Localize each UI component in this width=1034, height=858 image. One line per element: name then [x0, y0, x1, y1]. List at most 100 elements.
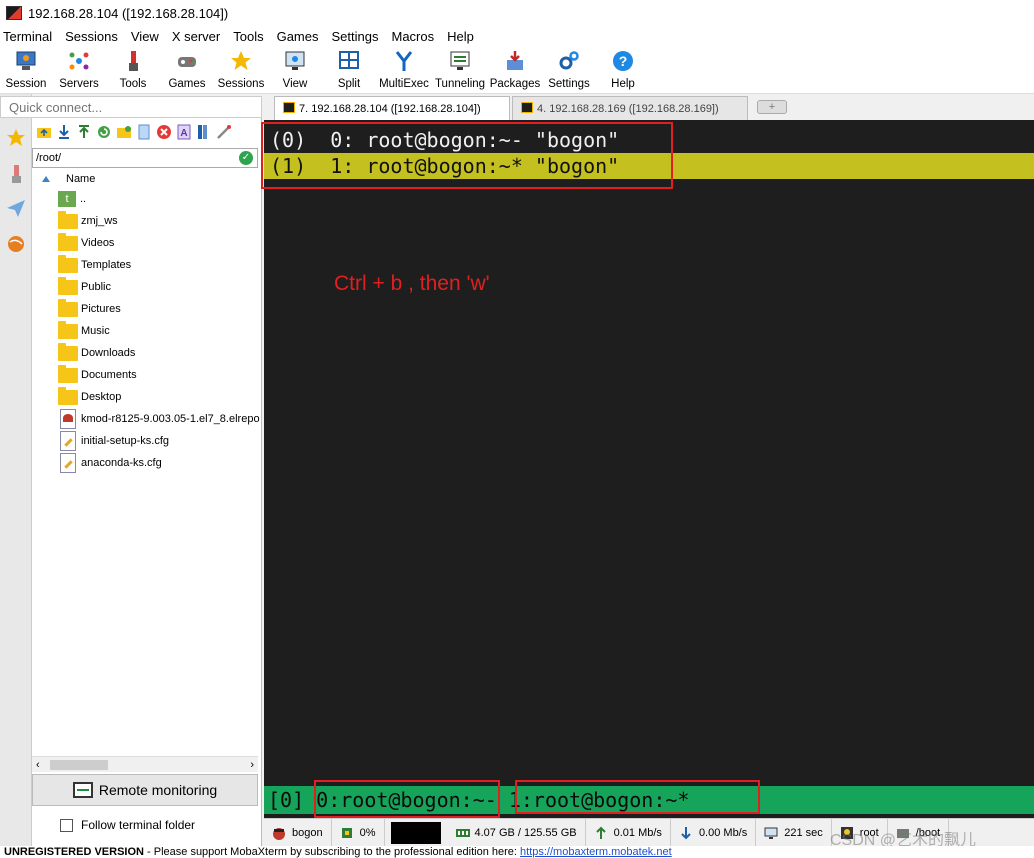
- folder-icon: [58, 320, 78, 339]
- tools-icon: [6, 164, 26, 187]
- list-item[interactable]: zmj_ws: [32, 210, 260, 232]
- edit-permissions-icon[interactable]: [216, 124, 232, 140]
- folder-icon: [58, 298, 78, 317]
- terminal-view[interactable]: (0) 0: root@bogon:~- "bogon" (1) 1: root…: [261, 120, 1034, 818]
- upload-icon[interactable]: [76, 124, 92, 140]
- cpu-icon: [340, 826, 354, 840]
- list-item[interactable]: Public: [32, 276, 260, 298]
- delete-icon[interactable]: [156, 124, 172, 140]
- tab-label: 4. 192.168.28.169 ([192.168.28.169]): [537, 103, 719, 115]
- list-item[interactable]: Pictures: [32, 298, 260, 320]
- sftp-tab[interactable]: [2, 230, 30, 260]
- refresh-icon[interactable]: [96, 124, 112, 140]
- parent-folder-icon[interactable]: [36, 124, 52, 140]
- new-folder-icon[interactable]: [116, 124, 132, 140]
- rename-icon[interactable]: A: [176, 124, 192, 140]
- menu-help[interactable]: Help: [444, 29, 480, 44]
- menu-view[interactable]: View: [128, 29, 165, 44]
- path-confirm-icon[interactable]: ✓: [239, 151, 253, 165]
- tab-session-4[interactable]: 4. 192.168.28.169 ([192.168.28.169]): [512, 96, 748, 120]
- uptime-monitor-icon: [764, 826, 778, 840]
- remote-monitoring-button[interactable]: Remote monitoring: [32, 774, 258, 806]
- multiexec-button[interactable]: MultiExec: [376, 46, 432, 94]
- status-upload: 0.01 Mb/s: [586, 819, 671, 846]
- list-item[interactable]: Videos: [32, 232, 260, 254]
- horizontal-scrollbar[interactable]: ‹ ›: [32, 756, 258, 772]
- file-name: ..: [80, 193, 87, 205]
- menu-games[interactable]: Games: [274, 29, 325, 44]
- scrollbar-thumb[interactable]: [50, 760, 108, 770]
- favorites-tab[interactable]: [2, 124, 30, 154]
- scroll-left-icon[interactable]: ‹: [36, 759, 40, 771]
- tunneling-button[interactable]: Tunneling: [432, 46, 488, 94]
- servers-icon: [67, 49, 91, 73]
- session-button[interactable]: Session: [0, 46, 52, 94]
- tools-button[interactable]: Tools: [106, 46, 160, 94]
- subscribe-link[interactable]: https://mobaxterm.mobatek.net: [520, 846, 672, 858]
- list-item[interactable]: Documents: [32, 364, 260, 386]
- tools-tab[interactable]: [2, 160, 30, 190]
- list-item[interactable]: Desktop: [32, 386, 260, 408]
- menu-terminal[interactable]: Terminal: [0, 29, 58, 44]
- plus-icon: +: [768, 101, 776, 113]
- new-file-icon[interactable]: [136, 124, 152, 140]
- download-icon[interactable]: [56, 124, 72, 140]
- file-name: Desktop: [81, 391, 122, 403]
- status-cpu-label: 0%: [359, 826, 376, 839]
- settings-label: Settings: [548, 78, 590, 90]
- sftp-panel: A /root/ ✓ Name t.. zmj_ws Videos Templa…: [32, 118, 262, 858]
- parent-directory-icon: t: [58, 191, 76, 207]
- highlight-box-window-1: [515, 780, 760, 814]
- status-memory: 4.07 GB / 125.55 GB: [447, 819, 586, 846]
- session-tab-bar: 7. 192.168.28.104 ([192.168.28.104]) 4. …: [264, 94, 1034, 120]
- list-item[interactable]: Music: [32, 320, 260, 342]
- help-button[interactable]: ? Help: [596, 46, 650, 94]
- tab-session-7[interactable]: 7. 192.168.28.104 ([192.168.28.104]): [274, 96, 510, 120]
- settings-button[interactable]: Settings: [542, 46, 596, 94]
- list-item[interactable]: t..: [32, 188, 260, 210]
- menu-x-server[interactable]: X server: [169, 29, 226, 44]
- menu-bar: Terminal Sessions View X server Tools Ga…: [0, 26, 1034, 46]
- follow-terminal-folder-checkbox[interactable]: [60, 818, 73, 832]
- status-uptime-label: 221 sec: [784, 826, 823, 839]
- macros-tab[interactable]: [2, 194, 30, 224]
- folder-icon: [58, 364, 78, 383]
- footer-separator: -: [143, 846, 154, 858]
- globe-icon: [6, 234, 26, 257]
- menu-macros[interactable]: Macros: [388, 29, 440, 44]
- list-item[interactable]: kmod-r8125-9.003.05-1.el7_8.elrepo: [32, 408, 260, 430]
- list-item[interactable]: Downloads: [32, 342, 260, 364]
- games-button[interactable]: Games: [160, 46, 214, 94]
- status-memory-label: 4.07 GB / 125.55 GB: [474, 826, 577, 839]
- list-item[interactable]: Templates: [32, 254, 260, 276]
- sftp-path-field[interactable]: /root/ ✓: [32, 148, 258, 168]
- split-button[interactable]: Split: [322, 46, 376, 94]
- status-download-label: 0.00 Mb/s: [698, 826, 748, 839]
- packages-icon: [503, 49, 527, 73]
- help-label: Help: [611, 78, 635, 90]
- sort-ascending-icon: [42, 176, 50, 182]
- quick-connect-input[interactable]: [0, 96, 262, 118]
- name-column-header[interactable]: Name: [32, 170, 260, 188]
- sessions-button[interactable]: Sessions: [214, 46, 268, 94]
- sftp-path: /root/: [36, 152, 62, 164]
- menu-tools[interactable]: Tools: [230, 29, 269, 44]
- status-host: bogon: [264, 819, 332, 846]
- list-item[interactable]: anaconda-ks.cfg: [32, 452, 260, 474]
- tools-label: Tools: [119, 78, 147, 90]
- view-button[interactable]: View: [268, 46, 322, 94]
- servers-button[interactable]: Servers: [52, 46, 106, 94]
- follow-terminal-folder-option[interactable]: Follow terminal folder: [60, 818, 195, 832]
- new-tab-button[interactable]: +: [757, 100, 787, 114]
- memory-icon: [455, 826, 470, 840]
- sftp-toolbar: A: [36, 124, 232, 140]
- packages-button[interactable]: Packages: [488, 46, 542, 94]
- list-item[interactable]: initial-setup-ks.cfg: [32, 430, 260, 452]
- properties-icon[interactable]: [196, 124, 212, 140]
- menu-settings[interactable]: Settings: [329, 29, 385, 44]
- terminal-tab-icon: [283, 102, 295, 113]
- split-label: Split: [337, 78, 361, 90]
- menu-sessions[interactable]: Sessions: [62, 29, 124, 44]
- scroll-right-icon[interactable]: ›: [250, 759, 254, 771]
- paper-plane-icon: [6, 198, 26, 221]
